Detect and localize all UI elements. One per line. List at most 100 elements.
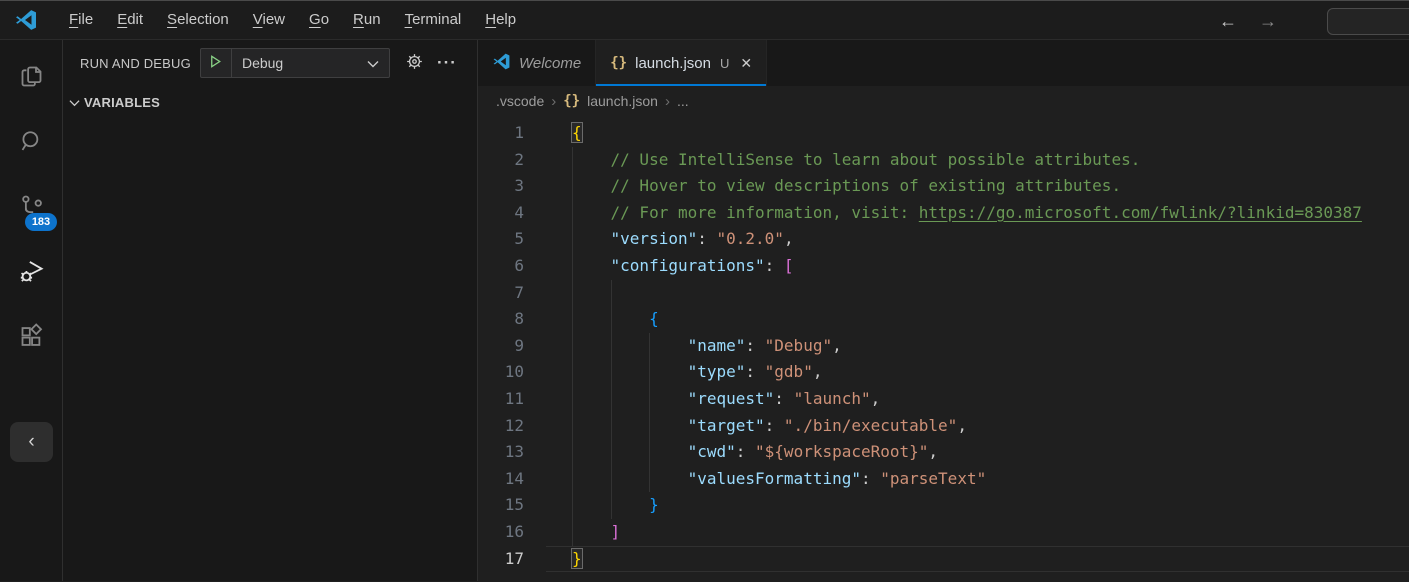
line-number: 14 — [478, 466, 546, 493]
indent-guide — [649, 439, 650, 466]
indent-guide — [572, 359, 573, 386]
menu-help[interactable]: Help — [473, 6, 528, 34]
activity-extensions[interactable] — [0, 306, 62, 371]
code-line[interactable]: 11 "request": "launch", — [478, 386, 1409, 413]
code-token: "target" — [688, 416, 765, 435]
code-editor[interactable]: 1{2 // Use IntelliSense to learn about p… — [478, 116, 1409, 581]
breadcrumb-folder[interactable]: .vscode — [496, 93, 544, 109]
start-debug-button[interactable] — [200, 48, 232, 78]
code-line[interactable]: 16 ] — [478, 519, 1409, 546]
code-line[interactable]: 6 "configurations": [ — [478, 253, 1409, 280]
line-number: 8 — [478, 306, 546, 333]
code-token: "request" — [688, 389, 775, 408]
menu-edit[interactable]: Edit — [105, 6, 155, 34]
code-line[interactable]: 17} — [478, 546, 1409, 573]
nav-forward-icon[interactable]: → — [1259, 11, 1277, 32]
history-nav: ← → — [1219, 1, 1277, 41]
search-icon — [18, 128, 45, 159]
chevron-right-icon: › — [551, 93, 556, 110]
activity-run-and-debug[interactable] — [0, 241, 62, 306]
breadcrumb-file[interactable]: launch.json — [587, 93, 658, 109]
run-and-debug-sidebar: RUN AND DEBUG Debug — [63, 40, 478, 581]
indent-guide — [572, 466, 573, 493]
debug-config-label: Debug — [242, 55, 367, 71]
chevron-left-button[interactable]: ‹ — [10, 422, 53, 462]
chevron-down-icon — [367, 55, 379, 72]
code-line[interactable]: 8 { — [478, 306, 1409, 333]
tab-welcome[interactable]: Welcome — [478, 40, 596, 86]
code-line[interactable]: 2 // Use IntelliSense to learn about pos… — [478, 147, 1409, 174]
breadcrumb: .vscode › {} launch.json › ... — [478, 86, 1409, 116]
code-token: : — [697, 229, 716, 248]
more-actions-button[interactable]: ··· — [437, 53, 457, 73]
code-token: "gdb" — [765, 362, 813, 381]
indent-guide — [572, 413, 573, 440]
source-control-badge: 183 — [25, 213, 57, 231]
code-line[interactable]: 9 "name": "Debug", — [478, 333, 1409, 360]
menu-selection[interactable]: Selection — [155, 6, 241, 34]
code-token: } — [649, 495, 659, 514]
code-line[interactable]: 4 // For more information, visit: https:… — [478, 200, 1409, 227]
code-line[interactable]: 3 // Hover to view descriptions of exist… — [478, 173, 1409, 200]
vscode-logo-icon — [492, 52, 511, 75]
code-token: , — [832, 336, 842, 355]
code-token — [572, 442, 688, 461]
code-line[interactable]: 5 "version": "0.2.0", — [478, 226, 1409, 253]
tab-launch-json[interactable]: {} launch.json U ✕ — [596, 40, 767, 86]
play-icon — [208, 54, 223, 73]
line-content — [546, 280, 1409, 307]
sidebar-title: RUN AND DEBUG — [80, 56, 191, 71]
git-untracked-badge: U — [720, 56, 729, 71]
activity-search[interactable] — [0, 111, 62, 176]
files-icon — [18, 63, 45, 94]
line-number: 10 — [478, 359, 546, 386]
tab-strip: Welcome {} launch.json U ✕ — [478, 40, 1409, 86]
line-number: 12 — [478, 413, 546, 440]
debug-toolbar: RUN AND DEBUG Debug — [63, 40, 477, 86]
code-token: { — [649, 309, 659, 328]
code-line[interactable]: 13 "cwd": "${workspaceRoot}", — [478, 439, 1409, 466]
code-token: // Hover to view descriptions of existin… — [611, 176, 1122, 195]
close-icon[interactable]: ✕ — [740, 55, 752, 72]
line-content: } — [546, 546, 1409, 573]
json-file-icon: {} — [610, 55, 627, 71]
indent-guide — [611, 413, 612, 440]
code-token: : — [861, 469, 880, 488]
indent-guide — [572, 200, 573, 227]
breadcrumb-symbol[interactable]: ... — [677, 93, 689, 109]
menu-terminal[interactable]: Terminal — [393, 6, 474, 34]
code-line[interactable]: 7 — [478, 280, 1409, 307]
menu-go[interactable]: Go — [297, 6, 341, 34]
line-content: { — [546, 306, 1409, 333]
line-content: "valuesFormatting": "parseText" — [546, 466, 1409, 493]
activity-source-control[interactable]: 183 — [0, 176, 62, 241]
command-center-search-input[interactable] — [1327, 8, 1409, 35]
line-content: // For more information, visit: https://… — [546, 200, 1409, 227]
nav-back-icon[interactable]: ← — [1219, 11, 1237, 32]
debug-config-dropdown[interactable]: Debug — [232, 48, 390, 78]
code-token: https://go.microsoft.com/fwlink/?linkid=… — [919, 203, 1362, 222]
code-line[interactable]: 12 "target": "./bin/executable", — [478, 413, 1409, 440]
code-token: "${workspaceRoot}" — [755, 442, 928, 461]
code-line[interactable]: 15 } — [478, 492, 1409, 519]
debug-launch-control: Debug — [200, 48, 390, 78]
code-line[interactable]: 14 "valuesFormatting": "parseText" — [478, 466, 1409, 493]
menu-view[interactable]: View — [241, 6, 297, 34]
indent-guide — [611, 466, 612, 493]
line-content: ] — [546, 519, 1409, 546]
menu-run[interactable]: Run — [341, 6, 393, 34]
variables-section-header[interactable]: VARIABLES — [63, 90, 477, 114]
code-line[interactable]: 10 "type": "gdb", — [478, 359, 1409, 386]
line-number: 9 — [478, 333, 546, 360]
code-line[interactable]: 1{ — [478, 120, 1409, 147]
line-content: } — [546, 492, 1409, 519]
code-token: "parseText" — [880, 469, 986, 488]
code-token: : — [745, 362, 764, 381]
menu-file[interactable]: File — [57, 6, 105, 34]
activity-explorer[interactable] — [0, 46, 62, 111]
code-token: "type" — [688, 362, 746, 381]
code-token — [572, 469, 688, 488]
debug-settings-button[interactable] — [404, 51, 425, 76]
line-number: 13 — [478, 439, 546, 466]
indent-guide — [611, 333, 612, 360]
